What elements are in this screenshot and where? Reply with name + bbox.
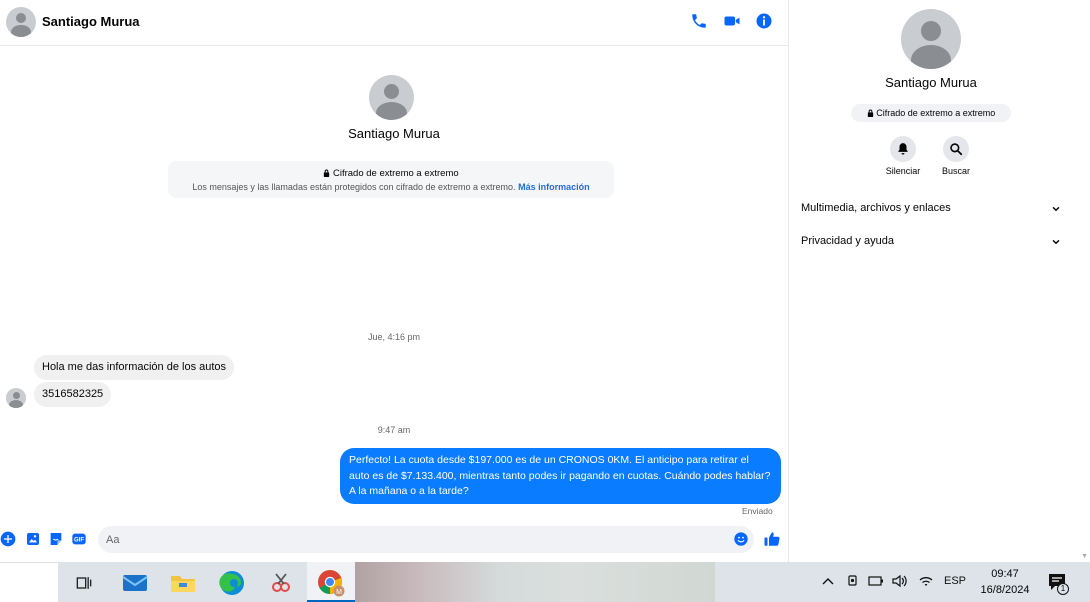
info-icon[interactable] — [755, 12, 773, 30]
sender-avatar[interactable] — [6, 388, 26, 408]
taskbar-search-area[interactable] — [0, 563, 58, 602]
mute-button[interactable]: Silenciar — [879, 136, 927, 176]
search-label: Buscar — [941, 166, 970, 176]
message-status: Enviado — [742, 506, 773, 516]
mail-app-button[interactable] — [115, 566, 155, 600]
section-privacy-help[interactable]: Privacidad y ayuda — [801, 235, 1061, 255]
clock-date: 16/8/2024 — [980, 584, 1030, 596]
thumbs-up-icon[interactable] — [763, 530, 781, 548]
lock-icon — [867, 109, 873, 117]
section-media-files-links[interactable]: Multimedia, archivos y enlaces — [801, 202, 1061, 222]
encryption-badge-label: Cifrado de extremo a extremo — [876, 108, 996, 118]
encryption-title: Cifrado de extremo a extremo — [332, 168, 459, 179]
chat-panel: Santiago Murua Santiago Murua Cifrado de… — [0, 0, 789, 562]
message-timestamp: 9:47 am — [377, 425, 411, 435]
wifi-icon[interactable] — [918, 574, 934, 588]
composer-bar: GIF — [0, 525, 788, 555]
windows-taskbar: M ESP 09:47 16/8/2024 1 — [0, 562, 1090, 602]
message-timestamp: Jue, 4:16 pm — [367, 332, 421, 342]
intro-contact-name: Santiago Murua — [348, 126, 440, 141]
plus-circle-icon[interactable] — [0, 531, 16, 547]
incoming-message[interactable]: Hola me das información de los autos — [34, 355, 235, 380]
messenger-window: Santiago Murua Santiago Murua Cifrado de… — [0, 0, 1090, 562]
avatar[interactable] — [6, 7, 36, 37]
microphone-camera-icon[interactable] — [846, 574, 860, 588]
language-indicator[interactable]: ESP — [944, 575, 966, 587]
chevron-up-icon[interactable] — [822, 576, 834, 586]
folder-icon — [171, 576, 195, 592]
message-input[interactable] — [98, 526, 754, 553]
chrome-browser-button[interactable]: M — [311, 566, 351, 600]
file-explorer-button[interactable] — [163, 566, 203, 600]
bell-icon — [898, 143, 908, 155]
sticker-icon[interactable] — [48, 531, 64, 547]
encryption-notice: Cifrado de extremo a extremo Los mensaje… — [168, 161, 614, 198]
chevron-down-icon — [1052, 239, 1060, 245]
encryption-text: Los mensajes y las llamadas están proteg… — [192, 182, 516, 192]
incoming-message[interactable]: 3516582325 — [34, 382, 112, 407]
search-button[interactable]: Buscar — [932, 136, 980, 176]
chat-header: Santiago Murua — [0, 0, 788, 46]
task-view-button[interactable] — [64, 566, 104, 600]
clock-time: 09:47 — [991, 568, 1019, 580]
mute-label: Silenciar — [885, 166, 921, 176]
svg-text:GIF: GIF — [74, 538, 84, 544]
video-camera-icon[interactable] — [723, 12, 741, 30]
task-view-icon — [76, 577, 92, 589]
encryption-badge: Cifrado de extremo a extremo — [851, 104, 1011, 122]
outgoing-message[interactable]: Perfecto! La cuota desde $197.000 es de … — [340, 448, 781, 504]
volume-icon[interactable] — [892, 574, 908, 588]
snipping-tool-button[interactable] — [261, 566, 301, 600]
lock-icon — [324, 169, 330, 177]
notification-center-button[interactable]: 1 — [1047, 572, 1073, 596]
section-label: Privacidad y ayuda — [801, 235, 894, 247]
edge-browser-button[interactable] — [212, 566, 252, 600]
taskbar-background-image — [355, 562, 715, 602]
battery-icon[interactable] — [868, 575, 884, 587]
phone-icon[interactable] — [690, 12, 708, 30]
section-label: Multimedia, archivos y enlaces — [801, 202, 951, 214]
mail-icon — [122, 575, 148, 591]
snipping-tool-icon — [272, 573, 290, 592]
search-icon — [950, 143, 963, 156]
gif-icon[interactable]: GIF — [71, 531, 87, 547]
info-contact-name[interactable]: Santiago Murua — [789, 75, 1073, 90]
conversation-info-panel: Santiago Murua Cifrado de extremo a extr… — [789, 0, 1090, 562]
chevron-down-icon — [1052, 206, 1060, 212]
contact-name[interactable]: Santiago Murua — [42, 14, 140, 29]
info-avatar[interactable] — [901, 9, 961, 69]
scrollbar-down-arrow[interactable]: ▼ — [1081, 553, 1088, 560]
emoji-icon[interactable] — [733, 531, 749, 547]
system-clock[interactable]: 09:47 16/8/2024 — [975, 566, 1035, 598]
edge-icon — [219, 571, 244, 595]
contact-avatar-large — [369, 75, 414, 120]
chrome-icon: M — [318, 570, 345, 597]
notification-count-badge: 1 — [1057, 583, 1069, 595]
svg-text:M: M — [336, 589, 342, 596]
more-info-link[interactable]: Más información — [518, 182, 590, 192]
image-icon[interactable] — [25, 531, 41, 547]
